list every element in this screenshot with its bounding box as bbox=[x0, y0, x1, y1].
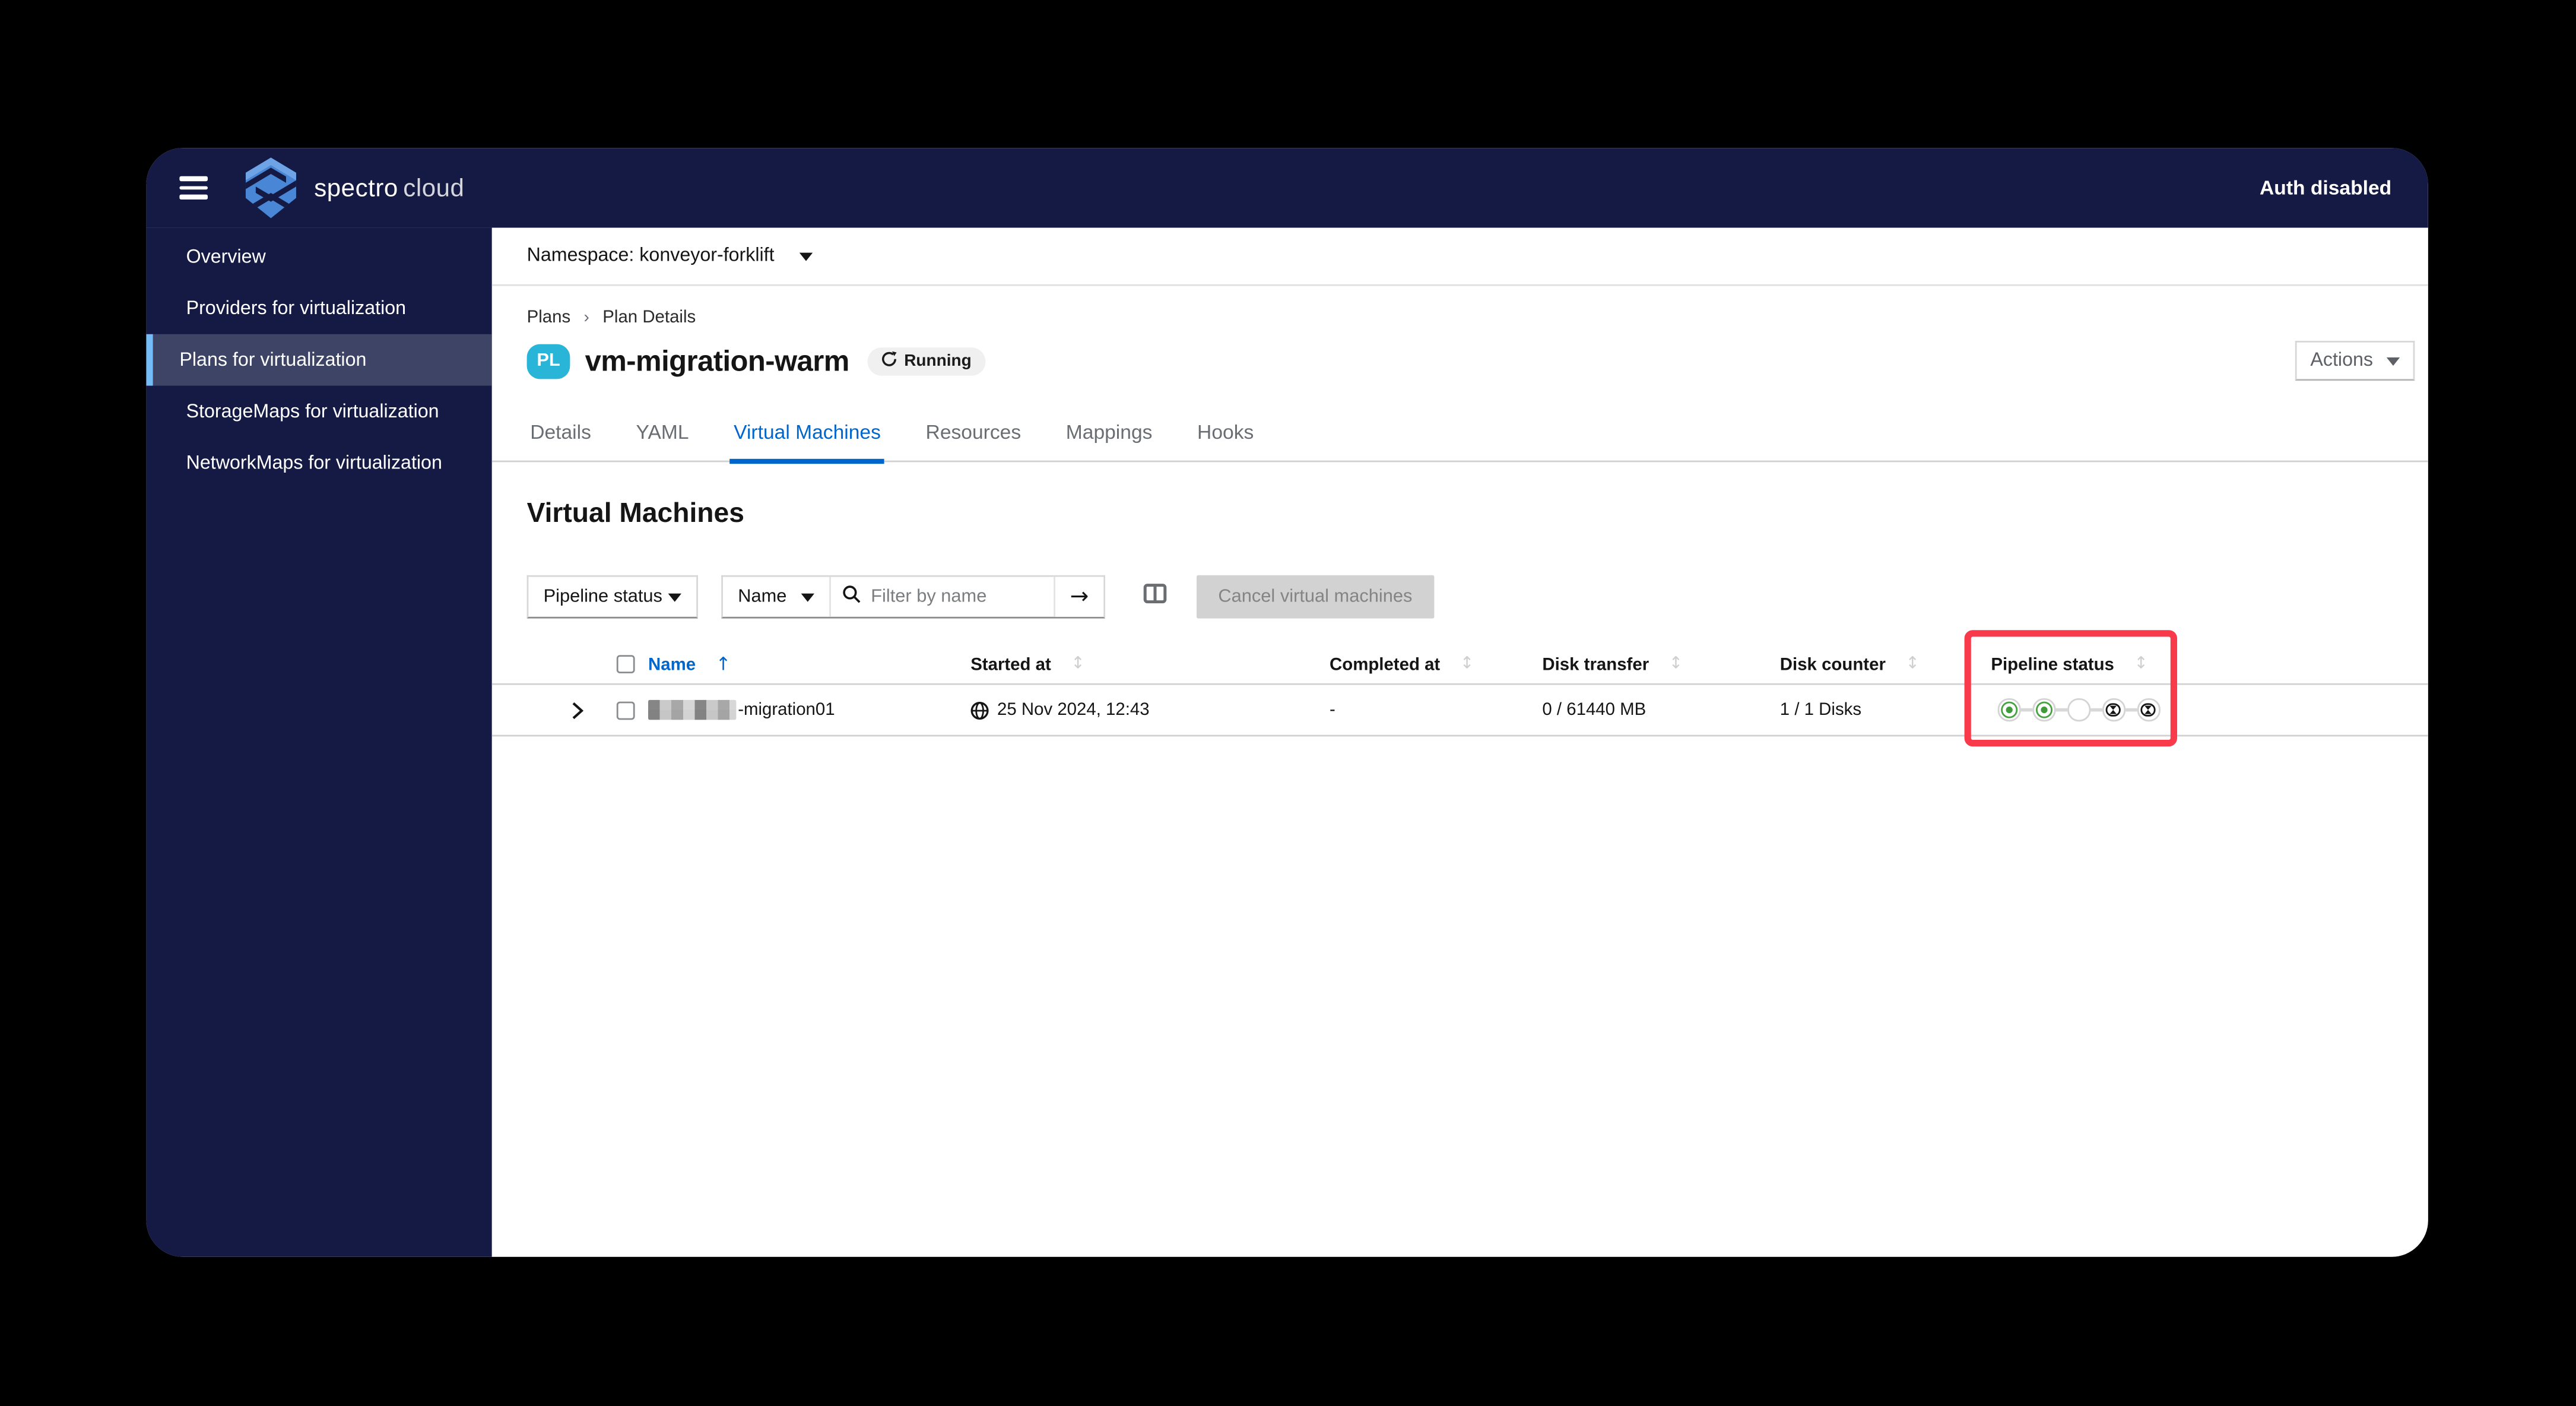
column-header-completed-at[interactable]: Completed at ↕ bbox=[1330, 654, 1474, 674]
filter-attribute-select[interactable]: Name bbox=[723, 577, 829, 617]
table-header-row: Name ↑ Started at ↕ Completed at ↕ Disk tra… bbox=[491, 645, 2428, 685]
column-header-disk-counter[interactable]: Disk counter ↕ bbox=[1780, 654, 1920, 674]
tab-resources[interactable]: Resources bbox=[922, 420, 1024, 464]
table-row: -migration01 25 Nov 2024, 12:43 - 0 / 61… bbox=[491, 685, 2428, 737]
namespace-label: Namespace: konveyor-forklift bbox=[526, 246, 775, 266]
search-box bbox=[829, 577, 1054, 617]
sidebar-item-storagemaps[interactable]: StorageMaps for virtualization bbox=[146, 386, 491, 438]
sidebar-item-networkmaps[interactable]: NetworkMaps for virtualization bbox=[146, 437, 491, 489]
actions-button[interactable]: Actions bbox=[2295, 341, 2415, 381]
disk-transfer-cell: 0 / 61440 MB bbox=[1542, 699, 1647, 720]
columns-icon bbox=[1143, 582, 1167, 612]
manage-columns-button[interactable] bbox=[1143, 582, 1167, 612]
namespace-selector[interactable]: Namespace: konveyor-forklift bbox=[491, 228, 2428, 286]
select-all-checkbox[interactable] bbox=[616, 655, 635, 673]
tab-virtual-machines[interactable]: Virtual Machines bbox=[730, 420, 884, 464]
screenshot-stage: spectro cloud Auth disabled Overview Prov… bbox=[0, 0, 2576, 1406]
sync-icon bbox=[881, 350, 897, 371]
breadcrumb-current: Plan Details bbox=[602, 308, 696, 328]
top-navigation-bar: spectro cloud Auth disabled bbox=[146, 148, 2428, 228]
virtual-machines-table: Name ↑ Started at ↕ Completed at ↕ Disk tra… bbox=[491, 645, 2428, 737]
pipeline-status-filter-select[interactable]: Pipeline status bbox=[526, 575, 698, 619]
hamburger-menu-icon[interactable] bbox=[179, 176, 208, 200]
search-submit-button[interactable]: → bbox=[1054, 577, 1104, 617]
spectro-cloud-logo-icon bbox=[243, 156, 299, 219]
vm-name-suffix: -migration01 bbox=[738, 699, 835, 720]
sort-icon: ↕ bbox=[2134, 655, 2148, 673]
expand-row-chevron[interactable] bbox=[572, 701, 583, 719]
chevron-down-icon bbox=[799, 252, 813, 261]
pipeline-step-pending-icon bbox=[2137, 698, 2160, 721]
filter-toolbar: Pipeline status Name Filter by name → Ca… bbox=[526, 575, 2428, 619]
tab-mappings[interactable]: Mappings bbox=[1062, 420, 1156, 464]
column-header-started-at[interactable]: Started at ↕ bbox=[970, 654, 1085, 674]
column-header-disk-transfer[interactable]: Disk transfer ↕ bbox=[1542, 654, 1683, 674]
plan-title-row: PL vm-migration-warm Running Actions bbox=[526, 341, 2428, 381]
actions-button-label: Actions bbox=[2310, 350, 2374, 371]
sidebar-item-providers[interactable]: Providers for virtualization bbox=[146, 283, 491, 334]
sort-icon: ↕ bbox=[1071, 655, 1085, 673]
pipeline-step-pending-icon bbox=[2102, 698, 2125, 721]
pipeline-status-steps bbox=[1981, 698, 2428, 721]
auth-status-label: Auth disabled bbox=[2260, 176, 2392, 200]
completed-at-cell: - bbox=[1330, 699, 1335, 720]
pipeline-status-filter-label: Pipeline status bbox=[543, 587, 662, 607]
brand-name-primary: spectro bbox=[314, 173, 398, 202]
tab-hooks[interactable]: Hooks bbox=[1194, 420, 1257, 464]
brand-logo: spectro cloud bbox=[243, 156, 465, 219]
breadcrumb-plans-link[interactable]: Plans bbox=[527, 308, 571, 328]
row-checkbox[interactable] bbox=[616, 701, 635, 719]
chevron-down-icon bbox=[801, 593, 814, 601]
sort-icon: ↕ bbox=[1668, 655, 1683, 673]
search-input[interactable] bbox=[871, 587, 1042, 607]
chevron-down-icon bbox=[668, 593, 681, 601]
breadcrumb: Plans › Plan Details bbox=[527, 308, 2428, 328]
pipeline-step-connector bbox=[2020, 708, 2033, 711]
sidebar-item-plans[interactable]: Plans for virtualization bbox=[146, 334, 492, 386]
status-badge-label: Running bbox=[904, 352, 972, 370]
sort-icon: ↕ bbox=[1460, 655, 1474, 673]
page-title: vm-migration-warm bbox=[585, 343, 850, 377]
search-filter-group: Name Filter by name → bbox=[721, 575, 1105, 619]
pipeline-step-current-icon bbox=[2067, 698, 2090, 721]
vm-name-cell: -migration01 bbox=[642, 699, 961, 720]
cancel-virtual-machines-button[interactable]: Cancel virtual machines bbox=[1197, 575, 1434, 619]
sort-icon: ↕ bbox=[1905, 655, 1920, 673]
column-header-pipeline-status[interactable]: Pipeline status ↕ bbox=[1991, 654, 2148, 674]
plan-kind-badge: PL bbox=[526, 343, 570, 378]
disk-counter-cell: 1 / 1 Disks bbox=[1779, 699, 1862, 720]
brand-name-secondary: cloud bbox=[403, 173, 465, 202]
search-icon bbox=[843, 585, 861, 609]
pipeline-step-connector bbox=[2055, 708, 2068, 711]
app-window: spectro cloud Auth disabled Overview Prov… bbox=[146, 148, 2428, 1257]
main-panel: Namespace: konveyor-forklift Plans › Pla… bbox=[491, 227, 2428, 1257]
chevron-down-icon bbox=[2386, 356, 2400, 365]
tab-yaml[interactable]: YAML bbox=[633, 420, 692, 464]
sidebar-item-overview[interactable]: Overview bbox=[146, 231, 491, 283]
tab-bar: Details YAML Virtual Machines Resources … bbox=[491, 420, 2428, 464]
sidebar-navigation: Overview Providers for virtualization Pl… bbox=[146, 227, 492, 1257]
section-heading: Virtual Machines bbox=[526, 499, 744, 529]
tab-details[interactable]: Details bbox=[527, 420, 595, 464]
status-badge: Running bbox=[867, 346, 985, 375]
globe-icon bbox=[970, 701, 989, 719]
pipeline-step-connector bbox=[2090, 708, 2102, 711]
filter-attribute-label: Name bbox=[738, 587, 787, 607]
pipeline-step-success-icon bbox=[1997, 698, 2020, 721]
pipeline-step-success-icon bbox=[2032, 698, 2055, 721]
redacted-name-prefix bbox=[648, 699, 737, 720]
chevron-right-icon: › bbox=[583, 308, 589, 327]
brand-name: spectro cloud bbox=[314, 174, 464, 202]
pipeline-step-connector bbox=[2124, 708, 2137, 711]
started-at-cell: 25 Nov 2024, 12:43 bbox=[960, 700, 1319, 720]
sort-ascending-icon: ↑ bbox=[715, 653, 731, 675]
column-header-name[interactable]: Name ↑ bbox=[648, 653, 731, 674]
